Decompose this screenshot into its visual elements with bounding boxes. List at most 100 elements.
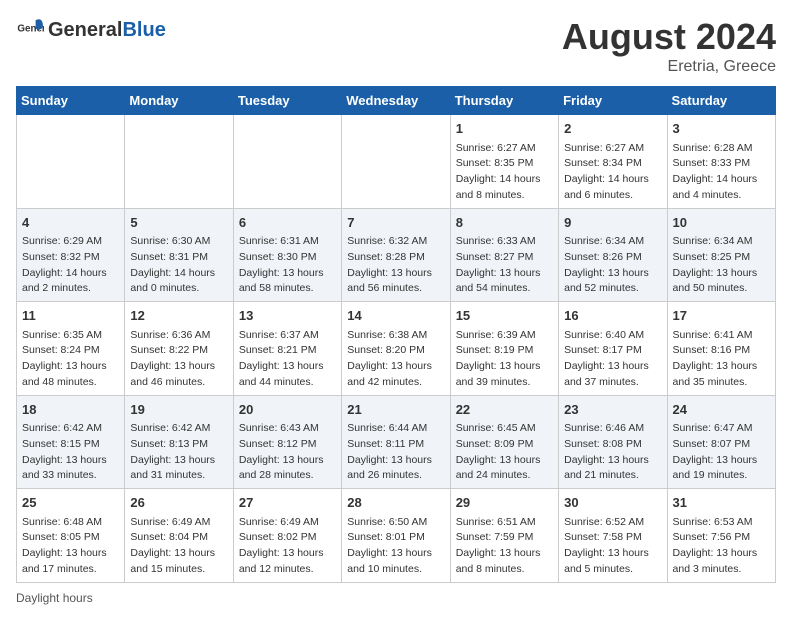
day-number: 5 xyxy=(130,213,227,233)
calendar-cell: 19Sunrise: 6:42 AM Sunset: 8:13 PM Dayli… xyxy=(125,395,233,489)
day-number: 4 xyxy=(22,213,119,233)
calendar-header-row: SundayMondayTuesdayWednesdayThursdayFrid… xyxy=(17,87,776,115)
day-number: 28 xyxy=(347,493,444,513)
day-number: 20 xyxy=(239,400,336,420)
calendar-cell: 21Sunrise: 6:44 AM Sunset: 8:11 PM Dayli… xyxy=(342,395,450,489)
col-header-friday: Friday xyxy=(559,87,667,115)
calendar-cell: 3Sunrise: 6:28 AM Sunset: 8:33 PM Daylig… xyxy=(667,115,775,209)
calendar-cell: 16Sunrise: 6:40 AM Sunset: 8:17 PM Dayli… xyxy=(559,302,667,396)
col-header-tuesday: Tuesday xyxy=(233,87,341,115)
day-info: Sunrise: 6:27 AM Sunset: 8:35 PM Dayligh… xyxy=(456,141,553,204)
day-number: 31 xyxy=(673,493,770,513)
day-info: Sunrise: 6:42 AM Sunset: 8:13 PM Dayligh… xyxy=(130,421,227,484)
day-number: 8 xyxy=(456,213,553,233)
day-info: Sunrise: 6:41 AM Sunset: 8:16 PM Dayligh… xyxy=(673,328,770,391)
day-info: Sunrise: 6:37 AM Sunset: 8:21 PM Dayligh… xyxy=(239,328,336,391)
day-info: Sunrise: 6:34 AM Sunset: 8:26 PM Dayligh… xyxy=(564,234,661,297)
col-header-saturday: Saturday xyxy=(667,87,775,115)
calendar-cell: 28Sunrise: 6:50 AM Sunset: 8:01 PM Dayli… xyxy=(342,489,450,583)
day-info: Sunrise: 6:43 AM Sunset: 8:12 PM Dayligh… xyxy=(239,421,336,484)
week-row-3: 11Sunrise: 6:35 AM Sunset: 8:24 PM Dayli… xyxy=(17,302,776,396)
day-number: 7 xyxy=(347,213,444,233)
col-header-sunday: Sunday xyxy=(17,87,125,115)
day-info: Sunrise: 6:45 AM Sunset: 8:09 PM Dayligh… xyxy=(456,421,553,484)
col-header-thursday: Thursday xyxy=(450,87,558,115)
calendar-cell: 15Sunrise: 6:39 AM Sunset: 8:19 PM Dayli… xyxy=(450,302,558,396)
calendar-cell: 1Sunrise: 6:27 AM Sunset: 8:35 PM Daylig… xyxy=(450,115,558,209)
calendar-cell: 31Sunrise: 6:53 AM Sunset: 7:56 PM Dayli… xyxy=(667,489,775,583)
week-row-2: 4Sunrise: 6:29 AM Sunset: 8:32 PM Daylig… xyxy=(17,208,776,302)
day-info: Sunrise: 6:31 AM Sunset: 8:30 PM Dayligh… xyxy=(239,234,336,297)
calendar-cell: 26Sunrise: 6:49 AM Sunset: 8:04 PM Dayli… xyxy=(125,489,233,583)
logo-general: General xyxy=(48,19,122,41)
calendar-cell: 30Sunrise: 6:52 AM Sunset: 7:58 PM Dayli… xyxy=(559,489,667,583)
calendar-cell xyxy=(233,115,341,209)
title-block: August 2024 Eretria, Greece xyxy=(562,16,776,76)
day-info: Sunrise: 6:38 AM Sunset: 8:20 PM Dayligh… xyxy=(347,328,444,391)
day-number: 15 xyxy=(456,306,553,326)
logo-icon: General xyxy=(16,16,44,44)
day-number: 12 xyxy=(130,306,227,326)
day-number: 3 xyxy=(673,119,770,139)
day-info: Sunrise: 6:46 AM Sunset: 8:08 PM Dayligh… xyxy=(564,421,661,484)
day-info: Sunrise: 6:53 AM Sunset: 7:56 PM Dayligh… xyxy=(673,515,770,578)
logo: General GeneralBlue xyxy=(16,16,166,44)
calendar-cell: 2Sunrise: 6:27 AM Sunset: 8:34 PM Daylig… xyxy=(559,115,667,209)
day-info: Sunrise: 6:52 AM Sunset: 7:58 PM Dayligh… xyxy=(564,515,661,578)
calendar-cell xyxy=(342,115,450,209)
calendar-cell: 17Sunrise: 6:41 AM Sunset: 8:16 PM Dayli… xyxy=(667,302,775,396)
day-info: Sunrise: 6:49 AM Sunset: 8:04 PM Dayligh… xyxy=(130,515,227,578)
footer-note: Daylight hours xyxy=(16,591,776,605)
day-info: Sunrise: 6:27 AM Sunset: 8:34 PM Dayligh… xyxy=(564,141,661,204)
calendar-cell xyxy=(17,115,125,209)
calendar-cell: 27Sunrise: 6:49 AM Sunset: 8:02 PM Dayli… xyxy=(233,489,341,583)
day-number: 30 xyxy=(564,493,661,513)
calendar-cell: 10Sunrise: 6:34 AM Sunset: 8:25 PM Dayli… xyxy=(667,208,775,302)
day-number: 23 xyxy=(564,400,661,420)
week-row-4: 18Sunrise: 6:42 AM Sunset: 8:15 PM Dayli… xyxy=(17,395,776,489)
day-number: 10 xyxy=(673,213,770,233)
day-number: 25 xyxy=(22,493,119,513)
day-info: Sunrise: 6:34 AM Sunset: 8:25 PM Dayligh… xyxy=(673,234,770,297)
calendar-cell xyxy=(125,115,233,209)
calendar-cell: 20Sunrise: 6:43 AM Sunset: 8:12 PM Dayli… xyxy=(233,395,341,489)
week-row-5: 25Sunrise: 6:48 AM Sunset: 8:05 PM Dayli… xyxy=(17,489,776,583)
page-header: General GeneralBlue August 2024 Eretria,… xyxy=(16,16,776,76)
day-info: Sunrise: 6:50 AM Sunset: 8:01 PM Dayligh… xyxy=(347,515,444,578)
day-number: 24 xyxy=(673,400,770,420)
calendar-cell: 8Sunrise: 6:33 AM Sunset: 8:27 PM Daylig… xyxy=(450,208,558,302)
location: Eretria, Greece xyxy=(562,58,776,76)
calendar-cell: 22Sunrise: 6:45 AM Sunset: 8:09 PM Dayli… xyxy=(450,395,558,489)
day-info: Sunrise: 6:51 AM Sunset: 7:59 PM Dayligh… xyxy=(456,515,553,578)
calendar-cell: 25Sunrise: 6:48 AM Sunset: 8:05 PM Dayli… xyxy=(17,489,125,583)
day-info: Sunrise: 6:35 AM Sunset: 8:24 PM Dayligh… xyxy=(22,328,119,391)
day-number: 9 xyxy=(564,213,661,233)
calendar-cell: 29Sunrise: 6:51 AM Sunset: 7:59 PM Dayli… xyxy=(450,489,558,583)
day-info: Sunrise: 6:40 AM Sunset: 8:17 PM Dayligh… xyxy=(564,328,661,391)
day-info: Sunrise: 6:32 AM Sunset: 8:28 PM Dayligh… xyxy=(347,234,444,297)
calendar-cell: 24Sunrise: 6:47 AM Sunset: 8:07 PM Dayli… xyxy=(667,395,775,489)
calendar-cell: 6Sunrise: 6:31 AM Sunset: 8:30 PM Daylig… xyxy=(233,208,341,302)
calendar-cell: 4Sunrise: 6:29 AM Sunset: 8:32 PM Daylig… xyxy=(17,208,125,302)
calendar-cell: 11Sunrise: 6:35 AM Sunset: 8:24 PM Dayli… xyxy=(17,302,125,396)
day-info: Sunrise: 6:42 AM Sunset: 8:15 PM Dayligh… xyxy=(22,421,119,484)
day-info: Sunrise: 6:48 AM Sunset: 8:05 PM Dayligh… xyxy=(22,515,119,578)
calendar-cell: 23Sunrise: 6:46 AM Sunset: 8:08 PM Dayli… xyxy=(559,395,667,489)
calendar-cell: 9Sunrise: 6:34 AM Sunset: 8:26 PM Daylig… xyxy=(559,208,667,302)
calendar-cell: 5Sunrise: 6:30 AM Sunset: 8:31 PM Daylig… xyxy=(125,208,233,302)
day-info: Sunrise: 6:39 AM Sunset: 8:19 PM Dayligh… xyxy=(456,328,553,391)
day-number: 29 xyxy=(456,493,553,513)
day-number: 19 xyxy=(130,400,227,420)
day-info: Sunrise: 6:28 AM Sunset: 8:33 PM Dayligh… xyxy=(673,141,770,204)
day-number: 14 xyxy=(347,306,444,326)
day-number: 26 xyxy=(130,493,227,513)
day-info: Sunrise: 6:49 AM Sunset: 8:02 PM Dayligh… xyxy=(239,515,336,578)
day-number: 1 xyxy=(456,119,553,139)
month-year: August 2024 xyxy=(562,16,776,58)
logo-text: GeneralBlue xyxy=(48,19,166,42)
day-number: 18 xyxy=(22,400,119,420)
day-info: Sunrise: 6:30 AM Sunset: 8:31 PM Dayligh… xyxy=(130,234,227,297)
day-number: 13 xyxy=(239,306,336,326)
calendar-cell: 18Sunrise: 6:42 AM Sunset: 8:15 PM Dayli… xyxy=(17,395,125,489)
day-number: 6 xyxy=(239,213,336,233)
